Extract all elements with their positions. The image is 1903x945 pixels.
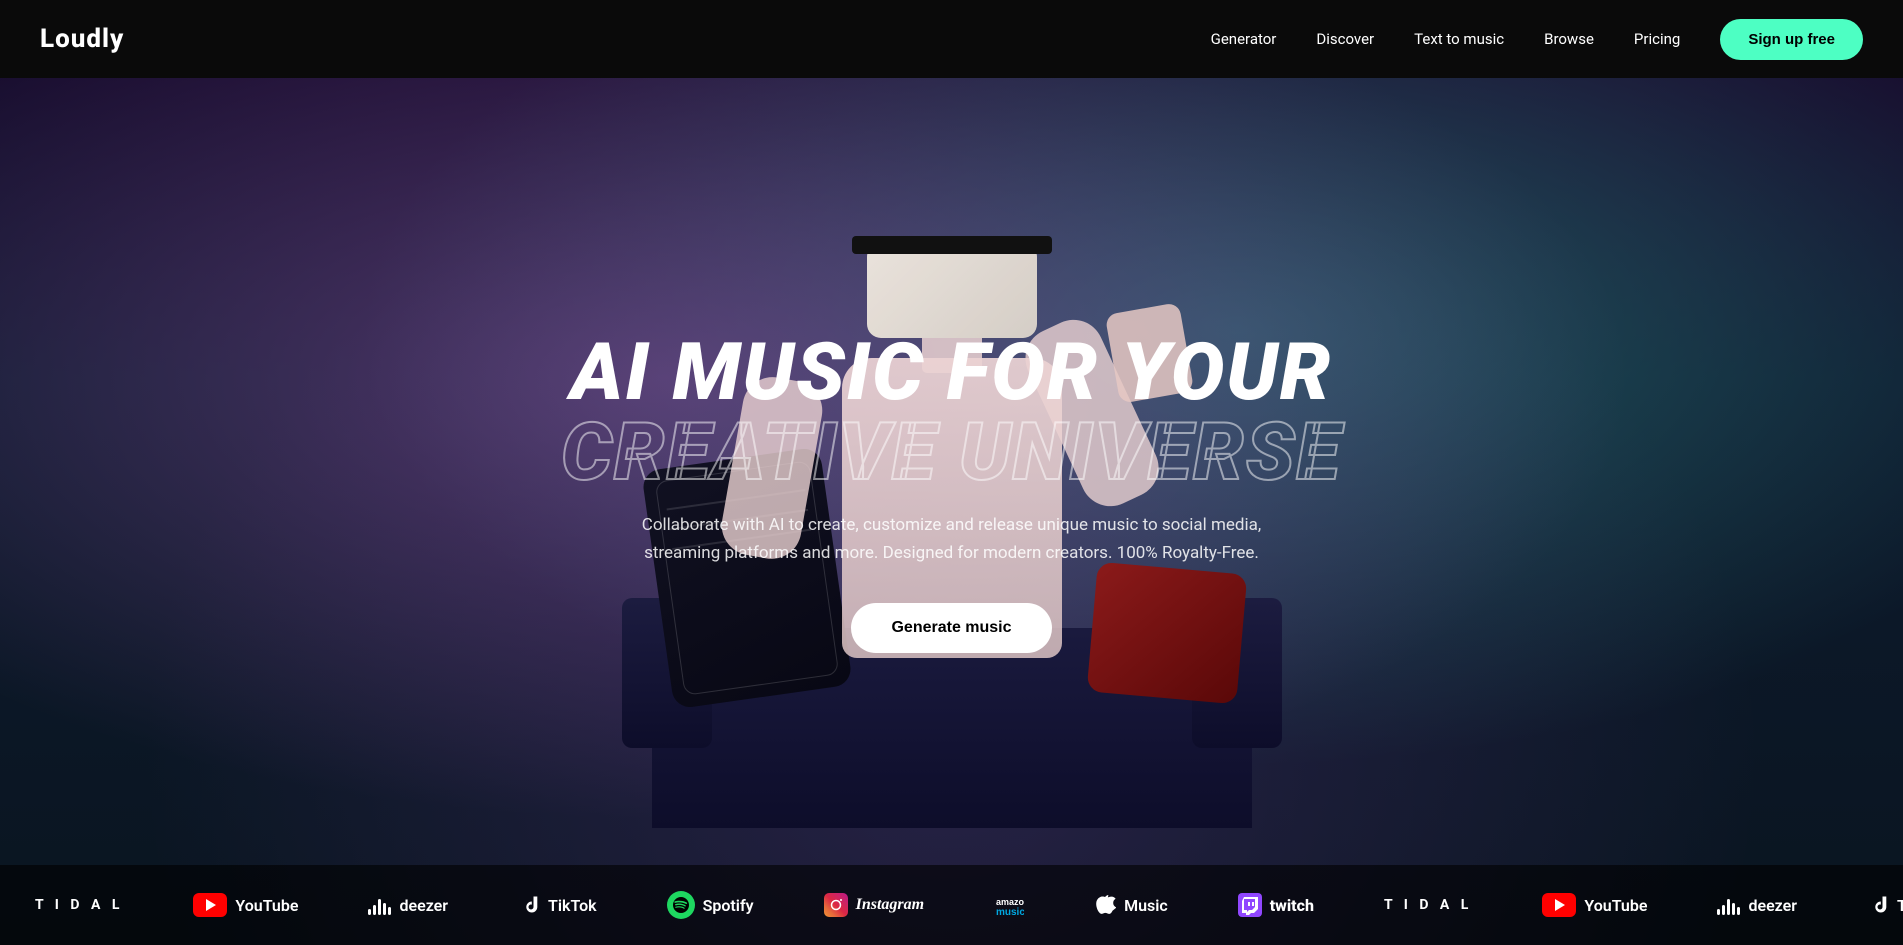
generate-music-button[interactable]: Generate music <box>851 603 1051 653</box>
hero-title-line2: CREATIVE UNIVERSE <box>561 412 1342 492</box>
nav-browse[interactable]: Browse <box>1544 30 1594 48</box>
logo-amazon: amazon music <box>959 893 1059 917</box>
nav-pricing[interactable]: Pricing <box>1634 30 1680 48</box>
bar3 <box>378 899 381 915</box>
nav-discover[interactable]: Discover <box>1316 30 1374 48</box>
logo-tiktok-dup: TikTok <box>1832 894 1903 916</box>
logo-deezer: deezer <box>333 895 483 915</box>
youtube-label-dup: YouTube <box>1584 896 1647 915</box>
bar5 <box>388 907 391 915</box>
signup-button[interactable]: Sign up free <box>1720 19 1863 60</box>
amazon-icon: amazon music <box>994 893 1024 917</box>
apple-icon <box>1094 894 1116 916</box>
logo-instagram: Instagram <box>789 893 959 917</box>
deezer-icon-dup <box>1717 895 1740 915</box>
tiktok-icon <box>518 894 540 916</box>
hero-content: AI MUSIC FOR YOUR CREATIVE UNIVERSE Coll… <box>541 332 1362 652</box>
svg-text:music: music <box>996 907 1024 917</box>
hero-section: AI MUSIC FOR YOUR CREATIVE UNIVERSE Coll… <box>0 0 1903 945</box>
logo[interactable]: Loudly <box>40 24 124 54</box>
spotify-svg <box>672 896 690 914</box>
youtube-icon <box>193 893 227 917</box>
logo-tidal-dup: T I D A L <box>1349 897 1507 913</box>
vr-headband <box>852 236 1052 254</box>
logo-apple-music: Music <box>1059 894 1203 916</box>
tiktok-label-dup: TikTok <box>1897 896 1903 915</box>
youtube-label: YouTube <box>235 896 298 915</box>
twitch-label: twitch <box>1270 896 1314 915</box>
nav-text-to-music[interactable]: Text to music <box>1414 30 1504 48</box>
bar4 <box>383 903 386 915</box>
deezer-icon <box>368 895 391 915</box>
instagram-icon <box>824 893 848 917</box>
vr-headset <box>867 243 1037 338</box>
apple-music-label: Music <box>1124 896 1168 915</box>
twitch-icon <box>1238 893 1262 917</box>
vr-front <box>867 243 1037 338</box>
spotify-icon <box>667 891 695 919</box>
nav-links: Generator Discover Text to music Browse … <box>1211 19 1863 60</box>
hero-subtitle: Collaborate with AI to create, customize… <box>612 512 1292 566</box>
svg-text:amazon: amazon <box>996 897 1024 907</box>
logos-strip: T I D A L YouTube deezer <box>0 865 1903 945</box>
logo-youtube: YouTube <box>158 893 333 917</box>
youtube-icon-dup <box>1542 893 1576 917</box>
hero-title-line1: AI MUSIC FOR YOUR <box>561 332 1342 412</box>
deezer-label: deezer <box>399 896 448 915</box>
tiktok-label: TikTok <box>548 896 597 915</box>
logo-tidal: T I D A L <box>0 897 158 913</box>
logos-track: T I D A L YouTube deezer <box>0 891 1903 919</box>
logo-tiktok: TikTok <box>483 894 632 916</box>
bar1 <box>368 909 371 915</box>
bar2 <box>373 905 376 915</box>
tiktok-icon-dup <box>1867 894 1889 916</box>
logo-spotify: Spotify <box>632 891 789 919</box>
nav-generator[interactable]: Generator <box>1211 30 1277 48</box>
instagram-label: Instagram <box>856 896 924 914</box>
tidal-text-dup: T I D A L <box>1384 897 1472 913</box>
logo-deezer-dup: deezer <box>1682 895 1832 915</box>
spotify-label: Spotify <box>703 896 754 915</box>
logo-youtube-dup: YouTube <box>1507 893 1682 917</box>
youtube-play <box>206 899 216 911</box>
navbar: Loudly Generator Discover Text to music … <box>0 0 1903 78</box>
tidal-text: T I D A L <box>35 897 123 913</box>
deezer-label-dup: deezer <box>1748 896 1797 915</box>
logo-twitch: twitch <box>1203 893 1349 917</box>
